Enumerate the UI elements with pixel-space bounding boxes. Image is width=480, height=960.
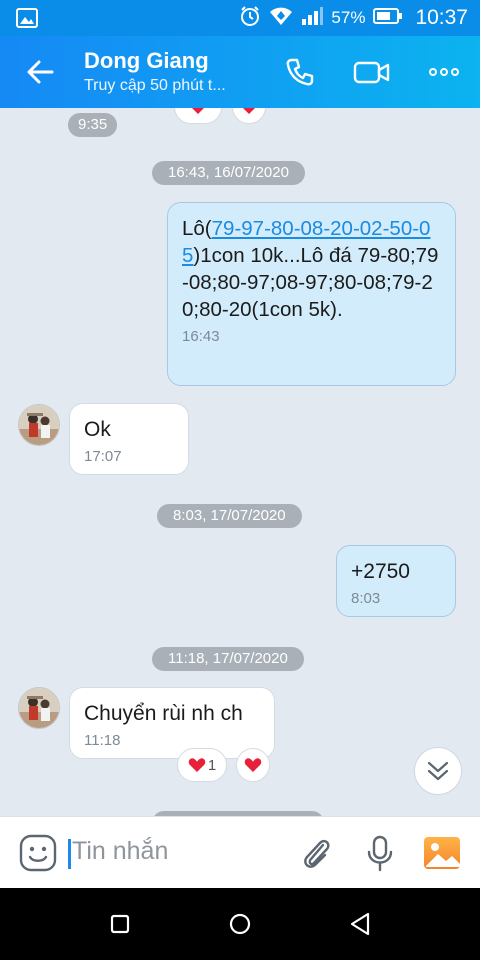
gallery-image-icon[interactable] bbox=[422, 833, 462, 873]
signal-icon bbox=[301, 6, 324, 31]
clock: 10:37 bbox=[415, 6, 468, 29]
message-text: Ok bbox=[84, 418, 111, 441]
more-options-icon[interactable] bbox=[426, 54, 462, 90]
paperclip-icon[interactable] bbox=[297, 833, 337, 873]
reaction-badge[interactable]: 1 bbox=[177, 748, 227, 782]
emoji-sticker-icon[interactable] bbox=[18, 833, 58, 873]
message-time: 16:43 bbox=[182, 328, 220, 345]
incoming-message[interactable]: Chuyển rùi nh ch 11:18 bbox=[69, 687, 275, 759]
system-nav-bar bbox=[0, 888, 480, 960]
heart-react-button[interactable] bbox=[236, 748, 270, 782]
message-text: Chuyển rùi nh ch bbox=[84, 702, 243, 725]
status-bar: 57% 10:37 bbox=[0, 0, 480, 36]
message-time: 11:18 bbox=[84, 732, 121, 749]
contact-avatar[interactable] bbox=[18, 404, 60, 446]
battery-icon bbox=[373, 7, 403, 30]
reaction-count: 1 bbox=[207, 756, 217, 774]
message-text: +2750 bbox=[351, 560, 410, 583]
phone-call-icon[interactable] bbox=[282, 54, 318, 90]
composer-bar: Tin nhắn bbox=[0, 816, 480, 888]
message-time: 17:07 bbox=[84, 448, 122, 465]
heart-react-button[interactable] bbox=[232, 108, 266, 124]
outgoing-message[interactable]: +2750 8:03 bbox=[336, 545, 456, 617]
text-cursor bbox=[68, 839, 71, 869]
back-arrow-icon[interactable] bbox=[22, 54, 58, 90]
message-list[interactable]: 9:35 16:43, 16/07/2020 Lô(79-97-80-08-20… bbox=[0, 108, 480, 816]
scroll-down-chevron-icon[interactable] bbox=[414, 747, 462, 795]
reaction-badge[interactable] bbox=[174, 108, 222, 124]
contact-name[interactable]: Dong Giang bbox=[84, 48, 209, 74]
back-icon[interactable] bbox=[344, 908, 376, 940]
date-separator: 16:43, 16/07/2020 bbox=[152, 161, 305, 185]
battery-percent: 57% bbox=[331, 8, 366, 27]
previous-time-label: 9:35 bbox=[68, 113, 118, 137]
message-input[interactable]: Tin nhắn bbox=[72, 837, 168, 866]
microphone-icon[interactable] bbox=[360, 833, 400, 873]
date-separator: 11:18, 17/07/2020 bbox=[152, 647, 304, 671]
message-text: Lô(79-97-80-08-20-02-50-05)1con 10k...Lô… bbox=[182, 217, 439, 321]
home-icon[interactable] bbox=[224, 908, 256, 940]
contact-avatar[interactable] bbox=[18, 687, 60, 729]
incoming-message[interactable]: Ok 17:07 bbox=[69, 403, 189, 475]
gallery-notification-icon bbox=[16, 8, 38, 33]
alarm-icon bbox=[239, 5, 261, 32]
video-call-icon[interactable] bbox=[352, 54, 390, 90]
message-time: 8:03 bbox=[351, 590, 381, 607]
date-separator: 8:03, 17/07/2020 bbox=[157, 504, 302, 528]
chat-header: Dong Giang Truy cập 50 phút t... bbox=[0, 36, 480, 108]
recent-apps-icon[interactable] bbox=[104, 908, 136, 940]
wifi-icon bbox=[269, 6, 293, 31]
outgoing-message[interactable]: Lô(79-97-80-08-20-02-50-05)1con 10k...Lô… bbox=[167, 202, 456, 386]
last-seen-status: Truy cập 50 phút t... bbox=[84, 77, 226, 94]
